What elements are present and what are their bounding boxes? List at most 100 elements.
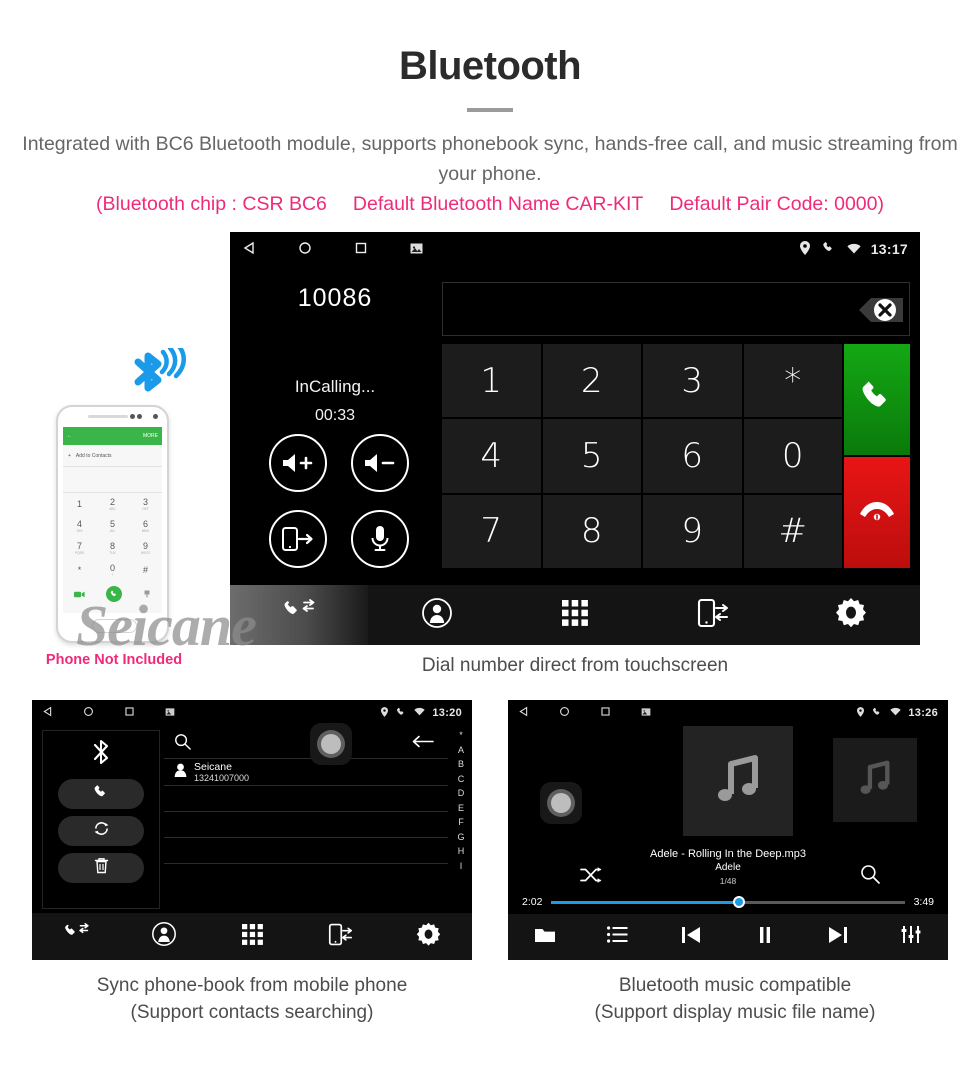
- music-caption-line1: Bluetooth music compatible: [618, 975, 852, 996]
- phone-sync-icon: [697, 598, 729, 633]
- phone-key: 0 +: [96, 559, 129, 581]
- dialpad-keys: 1 2 3 * 4 5 6 0 7 8 9 #: [442, 344, 842, 568]
- end-call-button[interactable]: [844, 457, 910, 568]
- index-letter[interactable]: F: [458, 817, 464, 827]
- key-star[interactable]: *: [743, 344, 842, 418]
- key-5[interactable]: 5: [542, 419, 641, 493]
- contact-person-icon: [422, 597, 452, 633]
- nav-home-circle-icon[interactable]: [83, 706, 94, 720]
- sidebar-item-phone-sync[interactable]: [644, 585, 782, 645]
- sidebar-item-dialpad[interactable]: [506, 585, 644, 645]
- gear-icon: [416, 922, 441, 952]
- phone-icon: [872, 707, 882, 720]
- bluetooth-icon: [88, 737, 114, 772]
- nav-back-triangle-icon[interactable]: [518, 706, 529, 720]
- phone-key-digit: #: [142, 564, 148, 575]
- screenshot-icon[interactable]: [410, 241, 423, 257]
- index-letter[interactable]: D: [458, 788, 465, 798]
- key-3[interactable]: 3: [643, 344, 742, 418]
- screenshot-icon[interactable]: [165, 707, 175, 719]
- nav-recents-square-icon[interactable]: [124, 706, 135, 720]
- index-letter[interactable]: G: [457, 832, 464, 842]
- index-letter[interactable]: E: [458, 803, 464, 813]
- sidebar-item-phone-sync[interactable]: [296, 923, 384, 951]
- phone-key: 4 GHI: [63, 515, 96, 537]
- key-1[interactable]: 1: [442, 344, 541, 418]
- phone-key-digit: 5: [109, 518, 115, 529]
- progress-slider[interactable]: [551, 896, 905, 908]
- phonebook-sidebar: [42, 730, 160, 909]
- nav-back-triangle-icon[interactable]: [242, 241, 256, 258]
- album-art-current[interactable]: [683, 726, 793, 836]
- previous-track-button[interactable]: [655, 926, 728, 949]
- sidebar-item-settings[interactable]: [384, 922, 472, 952]
- key-0[interactable]: 0: [743, 419, 842, 493]
- music-caption: Bluetooth music compatible (Support disp…: [500, 972, 970, 1026]
- sidebar-item-settings[interactable]: [782, 585, 920, 645]
- phone-key-digit: 0: [109, 562, 115, 573]
- sidebar-item-contacts[interactable]: [120, 922, 208, 951]
- phone-key-digit: 3: [142, 496, 148, 507]
- phone-hangup-icon: [857, 497, 897, 528]
- pause-button[interactable]: [728, 926, 801, 949]
- contact-name: Seicane: [194, 760, 232, 773]
- phonebook-delete-button[interactable]: [58, 853, 144, 883]
- search-icon[interactable]: [860, 864, 880, 889]
- key-8[interactable]: 8: [542, 494, 641, 568]
- key-6[interactable]: 6: [643, 419, 742, 493]
- index-letter[interactable]: C: [458, 774, 465, 784]
- phone-key-sub: WXYZ: [140, 550, 151, 555]
- dialpad-grid-icon: [241, 923, 263, 950]
- nav-back-triangle-icon[interactable]: [42, 706, 53, 720]
- volume-up-icon[interactable]: [269, 434, 327, 492]
- nav-recents-square-icon[interactable]: [354, 241, 368, 258]
- volume-down-icon[interactable]: [351, 434, 409, 492]
- backspace-delete-icon[interactable]: [837, 290, 905, 330]
- key-2[interactable]: 2: [542, 344, 641, 418]
- nav-home-circle-icon[interactable]: [559, 706, 570, 720]
- bluetooth-signal-icon: [128, 342, 190, 409]
- album-art-next[interactable]: [833, 738, 917, 822]
- key-hash[interactable]: #: [743, 494, 842, 568]
- phone-key-sub: ABC: [109, 506, 116, 511]
- in-call-controls: [244, 434, 434, 568]
- phonebook-call-button[interactable]: [58, 779, 144, 809]
- microphone-icon[interactable]: [351, 510, 409, 568]
- phone-key: 2 ABC: [96, 493, 129, 515]
- phone-transfer-icon[interactable]: [269, 510, 327, 568]
- sidebar-item-call-log[interactable]: [230, 585, 368, 645]
- answer-call-button[interactable]: [844, 344, 910, 455]
- shuffle-icon[interactable]: [580, 866, 602, 889]
- index-letter[interactable]: *: [459, 730, 463, 740]
- index-letter[interactable]: I: [460, 861, 463, 871]
- screenshot-icon[interactable]: [641, 707, 651, 719]
- arrow-left-icon[interactable]: [412, 735, 434, 753]
- touch-indicator: [310, 723, 352, 765]
- index-letter[interactable]: B: [458, 759, 464, 769]
- key-7[interactable]: 7: [442, 494, 541, 568]
- alphabet-index[interactable]: * A B C D E F G H I: [450, 726, 472, 913]
- playlist-button[interactable]: [581, 926, 654, 948]
- nav-recents-square-icon[interactable]: [600, 706, 611, 720]
- phone-not-included-note: Phone Not Included: [45, 652, 183, 668]
- index-letter[interactable]: H: [458, 846, 465, 856]
- dial-input-field[interactable]: [442, 282, 910, 336]
- sidebar-item-dialpad[interactable]: [208, 923, 296, 950]
- nav-home-circle-icon[interactable]: [298, 241, 312, 258]
- sidebar-item-contacts[interactable]: [368, 585, 506, 645]
- title-divider: [467, 108, 513, 112]
- phonebook-sync-button[interactable]: [58, 816, 144, 846]
- key-9[interactable]: 9: [643, 494, 742, 568]
- sidebar-item-call-log[interactable]: [32, 923, 120, 950]
- next-track-button[interactable]: [801, 926, 874, 949]
- key-4[interactable]: 4: [442, 419, 541, 493]
- folder-button[interactable]: [508, 926, 581, 949]
- index-letter[interactable]: A: [458, 745, 464, 755]
- equalizer-icon: [901, 925, 921, 949]
- plus-icon: +: [68, 452, 71, 459]
- equalizer-button[interactable]: [875, 925, 948, 949]
- phonebook-search-row[interactable]: [164, 730, 448, 759]
- phonebook-search-input[interactable]: [199, 738, 412, 750]
- phone-key: 3 DEF: [129, 493, 162, 515]
- list-item[interactable]: Seicane 13241007000: [164, 759, 448, 786]
